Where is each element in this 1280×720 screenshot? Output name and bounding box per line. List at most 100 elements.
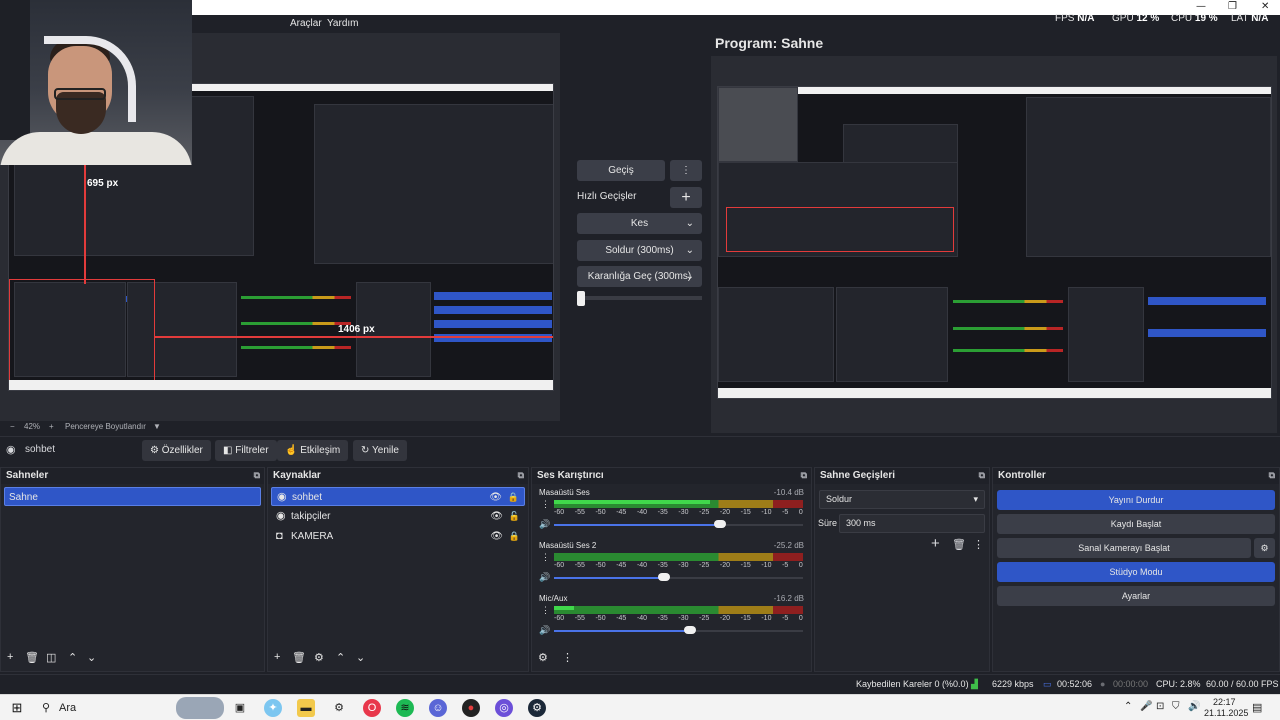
popout-icon[interactable]: ⧉ — [979, 470, 985, 481]
popout-icon[interactable]: ⧉ — [518, 470, 524, 481]
taskbar-date[interactable]: 21.11.2025 — [1204, 708, 1248, 718]
task-view-icon[interactable]: ▣ — [231, 699, 249, 717]
dots-vertical-icon[interactable]: ⋮ — [541, 605, 550, 616]
volume-slider-handle[interactable] — [684, 626, 696, 634]
studio-mode-button[interactable]: Stüdyo Modu — [997, 562, 1275, 582]
fit-to-window-label[interactable]: Pencereye Boyutlandır — [65, 422, 146, 431]
settings-button[interactable]: Ayarlar — [997, 586, 1275, 606]
properties-button[interactable]: ⚙ Özellikler — [142, 440, 211, 461]
refresh-button[interactable]: ↻ Yenile — [353, 440, 407, 461]
dots-vertical-icon[interactable]: ⋮ — [541, 552, 550, 563]
taskbar-time[interactable]: 22:17 — [1213, 697, 1236, 707]
eye-icon[interactable]: 👁 — [490, 527, 503, 546]
trash-icon[interactable]: 🗑 — [952, 538, 966, 551]
trash-icon[interactable]: 🗑 — [25, 651, 39, 664]
add-icon[interactable]: + — [274, 651, 280, 663]
settings-icon[interactable]: ⚙ — [330, 699, 348, 717]
volume-slider-handle[interactable] — [714, 520, 726, 528]
lock-icon[interactable]: 🔓 — [509, 507, 520, 526]
current-source-name: sohbet — [25, 444, 56, 455]
meter-tick-label: -35 — [657, 562, 668, 569]
move-down-icon[interactable]: ⌄ — [356, 651, 365, 664]
transition-select[interactable]: Soldur ▾ — [819, 490, 985, 509]
speaker-icon[interactable]: 🔊 — [539, 625, 550, 636]
start-recording-button[interactable]: Kaydı Başlat — [997, 514, 1275, 534]
t-bar-track[interactable] — [577, 296, 702, 300]
obs-icon[interactable]: ● — [462, 699, 480, 717]
spotify-icon[interactable]: ≋ — [396, 699, 414, 717]
add-quick-transition-button[interactable]: + — [670, 187, 702, 208]
move-down-icon[interactable]: ⌄ — [87, 651, 96, 664]
windows-start-icon[interactable]: ⊞ — [8, 699, 26, 717]
notification-icon[interactable]: ▤ — [1252, 701, 1262, 714]
popout-icon[interactable]: ⧉ — [254, 470, 260, 481]
dots-vertical-icon[interactable]: ⋮ — [562, 651, 573, 664]
app-icon[interactable]: ◎ — [495, 699, 513, 717]
scene-filter-icon[interactable]: ◫ — [46, 651, 56, 664]
discord-icon[interactable]: ☺ — [429, 699, 447, 717]
popout-icon[interactable]: ⧉ — [801, 470, 807, 481]
source-item[interactable]: ◉ sohbet 👁 🔒 — [271, 487, 525, 506]
search-icon[interactable]: ⚲ — [37, 699, 55, 717]
transition-menu-button[interactable]: ⋮ — [670, 160, 702, 181]
tray-overflow-icon[interactable]: ⌃ — [1124, 701, 1132, 712]
t-bar-handle[interactable] — [577, 291, 585, 306]
lock-icon[interactable]: 🔒 — [509, 527, 520, 546]
steam-icon[interactable]: ⚙ — [528, 699, 546, 717]
source-item[interactable]: ◉ takipçiler 👁 🔓 — [271, 507, 525, 526]
mic-icon[interactable]: 🎤 — [1140, 701, 1152, 712]
copilot-icon[interactable]: ✦ — [264, 699, 282, 717]
zoom-in-button[interactable]: + — [49, 422, 54, 431]
virtual-camera-settings-button[interactable]: ⚙ — [1254, 538, 1275, 558]
filters-button[interactable]: ◧ Filtreler — [215, 440, 277, 461]
gear-icon: ⚙ — [150, 445, 159, 456]
globe-icon: ◉ — [277, 491, 287, 503]
meter-ticks: -60 -55 -50 -45 -40 -35 -30 -25 -20 -15 -10 -5 0 — [554, 615, 803, 622]
channel-name: Mic/Aux — [539, 594, 568, 603]
zoom-out-button[interactable]: − — [10, 422, 15, 431]
duration-spinbox[interactable]: 300 ms — [839, 514, 985, 533]
restore-button[interactable]: ❐ — [1228, 1, 1237, 12]
plus-icon[interactable]: + — [931, 535, 940, 552]
opera-icon[interactable]: O — [363, 699, 381, 717]
speaker-icon[interactable]: 🔊 — [539, 519, 550, 530]
transitions-dock-header: Sahne Geçişleri ⧉ — [815, 468, 989, 484]
add-icon[interactable]: + — [7, 651, 13, 663]
speaker-icon[interactable]: 🔊 — [539, 572, 550, 583]
taskbar-search-label[interactable]: Ara — [59, 702, 76, 714]
interact-button[interactable]: ☝ Etkileşim — [277, 440, 349, 461]
quick-transition-item[interactable]: Soldur (300ms) ⌄ — [577, 240, 702, 261]
duration-label: Süre — [818, 518, 838, 528]
stop-stream-button[interactable]: Yayını Durdur — [997, 490, 1275, 510]
eye-icon[interactable]: 👁 — [490, 507, 503, 526]
file-explorer-icon[interactable]: ▬ — [297, 699, 315, 717]
gear-icon[interactable]: ⚙ — [314, 651, 324, 664]
zoom-value: 42% — [24, 422, 41, 431]
quick-transition-item[interactable]: Kes ⌄ — [577, 213, 702, 234]
menu-help[interactable]: Yardım — [327, 18, 359, 29]
quick-transition-item[interactable]: Karanlığa Geç (300ms) ⌄ — [577, 266, 702, 287]
volume-slider-handle[interactable] — [658, 573, 670, 581]
minimize-button[interactable]: — — [1196, 1, 1206, 12]
volume-icon[interactable]: 🔊 — [1188, 701, 1200, 712]
mixer-channel: Masaüstü Ses 2 -25.2 dB ⋮ -60 -55 -50 -45 -40 -3… — [534, 541, 809, 589]
source-item[interactable]: ◘ KAMERA 👁 🔒 — [271, 527, 525, 546]
dots-vertical-icon[interactable]: ⋮ — [973, 538, 984, 551]
close-button[interactable]: ✕ — [1261, 1, 1269, 12]
chevron-down-icon[interactable]: ▼ — [153, 422, 161, 431]
eye-icon[interactable]: 👁 — [489, 488, 502, 507]
mixer-settings-icon[interactable]: ⚙ — [538, 651, 548, 664]
dots-vertical-icon[interactable]: ⋮ — [541, 499, 550, 510]
move-up-icon[interactable]: ⌃ — [336, 651, 345, 664]
scene-item[interactable]: Sahne — [4, 487, 261, 506]
lock-icon[interactable]: 🔒 — [508, 488, 519, 507]
virtual-camera-button[interactable]: Sanal Kamerayı Başlat — [997, 538, 1251, 558]
network-icon[interactable]: ⊡ — [1156, 701, 1164, 712]
popout-icon[interactable]: ⧉ — [1269, 470, 1275, 481]
vpn-icon[interactable]: ⛉ — [1172, 701, 1180, 712]
menu-tools[interactable]: Araçlar — [290, 18, 322, 29]
move-up-icon[interactable]: ⌃ — [68, 651, 77, 664]
meter-tick-label: -55 — [574, 615, 585, 622]
trash-icon[interactable]: 🗑 — [292, 651, 306, 664]
transition-button[interactable]: Geçiş — [577, 160, 665, 181]
